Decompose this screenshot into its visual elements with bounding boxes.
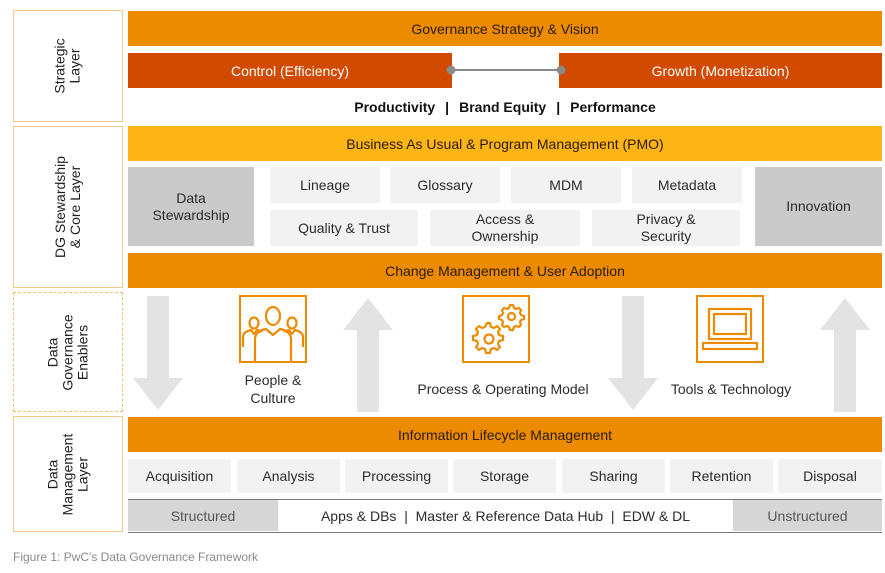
governance-strategy-bar: Governance Strategy & Vision [128, 11, 882, 46]
metadata-tile: Metadata [632, 167, 742, 203]
outcome-performance: Performance [570, 99, 656, 115]
stage-processing: Processing [345, 459, 448, 493]
data-stores-segment: Apps & DBs | Master & Reference Data Hub… [320, 507, 691, 524]
ilm-bar: Information Lifecycle Management [128, 417, 882, 452]
lineage-tile: Lineage [270, 167, 380, 203]
outcome-brand-equity: Brand Equity [459, 99, 547, 115]
connector-dot-left [446, 65, 456, 75]
arrow-up-icon [343, 298, 393, 412]
pmo-bar: Business As Usual & Program Management (… [128, 126, 882, 161]
enabler-tools-technology-label: Tools & Technology [670, 381, 792, 397]
control-efficiency-bar: Control (Efficiency) [128, 53, 452, 88]
stage-storage: Storage [453, 459, 556, 493]
innovation-tile: Innovation [755, 167, 882, 246]
structured-segment: Structured [128, 500, 278, 531]
data-stewardship-tile: Data Stewardship [128, 167, 254, 246]
layer-label-data-management-text: Data Management Layer [44, 433, 91, 515]
outcome-separator: | [556, 99, 561, 115]
outcome-separator: | [445, 99, 450, 115]
gears-icon [462, 295, 530, 363]
figure-caption: Figure 1: PwC's Data Governance Framewor… [13, 550, 259, 564]
access-ownership-tile: Access & Ownership [430, 210, 580, 246]
layer-label-enablers-text: Data Governance Enablers [44, 313, 91, 391]
control-growth-connector [446, 65, 566, 75]
strategic-outcomes: Productivity | Brand Equity | Performanc… [128, 95, 882, 119]
change-management-bar: Change Management & User Adoption [128, 253, 882, 288]
layer-label-core-text: DG Stewardship & Core Layer [52, 156, 83, 258]
stage-sharing: Sharing [562, 459, 665, 493]
privacy-security-tile: Privacy & Security [592, 210, 740, 246]
data-sources-bar: Structured Apps & DBs | Master & Referen… [128, 499, 882, 533]
layer-label-enablers: Data Governance Enablers [13, 292, 123, 412]
layer-label-strategic-text: Strategic Layer [52, 38, 83, 94]
stage-analysis: Analysis [237, 459, 340, 493]
people-icon [239, 295, 307, 363]
arrow-up-icon [820, 298, 870, 412]
outcome-productivity: Productivity [354, 99, 436, 115]
enabler-people-culture-label: People & Culture [244, 372, 302, 406]
layer-label-data-management: Data Management Layer [13, 416, 123, 532]
stage-retention: Retention [670, 459, 773, 493]
laptop-icon [696, 295, 764, 363]
growth-monetization-bar: Growth (Monetization) [559, 53, 882, 88]
quality-trust-tile: Quality & Trust [270, 210, 418, 246]
mdm-tile: MDM [511, 167, 621, 203]
arrow-down-icon [133, 296, 183, 410]
stage-disposal: Disposal [778, 459, 882, 493]
layer-label-core: DG Stewardship & Core Layer [13, 126, 123, 288]
connector-dot-right [556, 65, 566, 75]
layer-label-strategic: Strategic Layer [13, 10, 123, 122]
arrow-down-icon [608, 296, 658, 410]
glossary-tile: Glossary [390, 167, 500, 203]
unstructured-segment: Unstructured [733, 500, 882, 531]
stage-acquisition: Acquisition [128, 459, 231, 493]
enabler-process-model-label: Process & Operating Model [417, 381, 589, 397]
